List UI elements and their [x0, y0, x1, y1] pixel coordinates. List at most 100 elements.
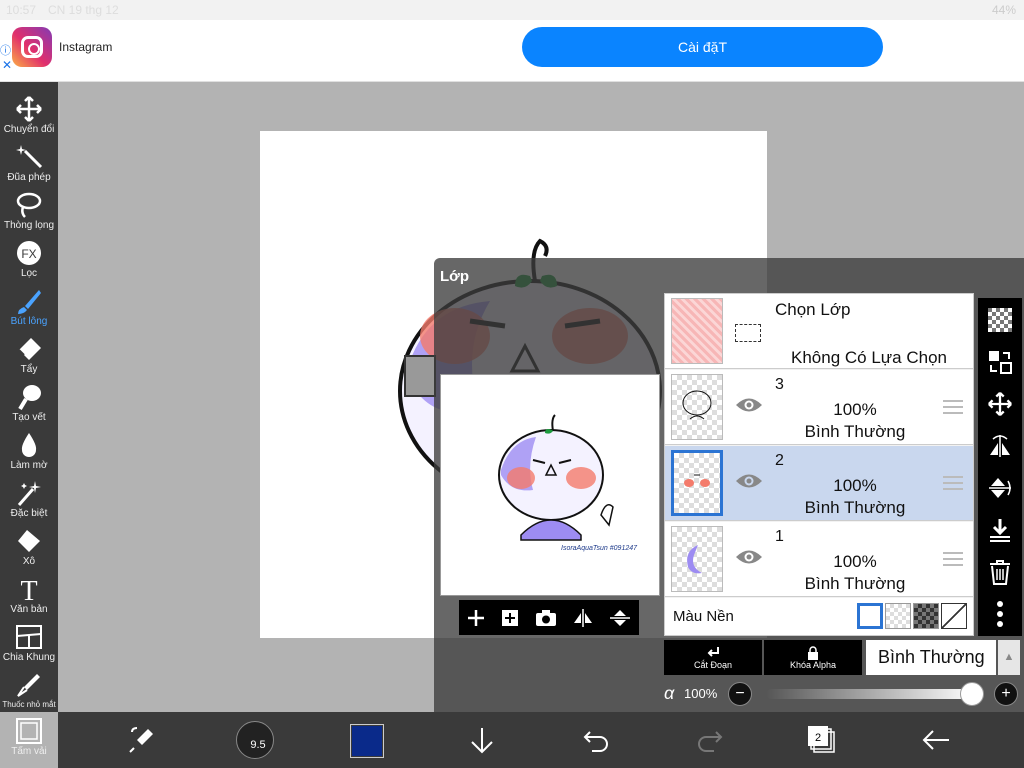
undo-icon[interactable]: [578, 722, 614, 758]
opacity-slider-knob[interactable]: [960, 682, 984, 706]
layer-thumbnail: [671, 450, 723, 516]
alpha-lock-button[interactable]: Khóa Alpha: [764, 640, 862, 675]
drag-handle-icon[interactable]: [943, 400, 963, 414]
tool-canvas[interactable]: Tấm vải: [0, 714, 58, 762]
ad-close-icon[interactable]: ✕: [2, 58, 12, 72]
opacity-slider[interactable]: [766, 689, 976, 699]
layer-list: Chọn Lớp Không Có Lựa Chọn 3 100% Bình T…: [664, 293, 974, 636]
tool-bar: Chuyển đổi Đũa phép Thòng lọng FX Lọc Bú…: [0, 82, 58, 712]
svg-text:FX: FX: [21, 247, 36, 261]
blur-icon: [21, 433, 37, 457]
opacity-plus-button[interactable]: +: [994, 682, 1018, 706]
layer-thumbnail: [671, 374, 723, 440]
swap-tool-icon[interactable]: [124, 722, 160, 758]
layer-opacity: 100%: [833, 476, 877, 495]
color-swatch-button[interactable]: [350, 724, 384, 758]
smudge-icon: [18, 385, 41, 411]
tool-label: Làm mờ: [10, 460, 48, 471]
selection-status: Không Có Lựa Chọn: [791, 348, 947, 367]
instagram-logo-icon[interactable]: [12, 27, 52, 67]
blend-mode-arrow-icon[interactable]: ▲: [998, 640, 1020, 675]
flip-layer-vertical-icon[interactable]: [984, 472, 1016, 504]
duplicate-layer-icon[interactable]: [500, 608, 520, 628]
tool-eraser[interactable]: Tẩy: [0, 332, 58, 380]
eraser-icon: [18, 338, 41, 360]
tool-label: Lọc: [20, 268, 38, 279]
layer-opacity: 100%: [833, 400, 877, 419]
bg-transparent-swatch[interactable]: [885, 603, 911, 629]
back-arrow-icon[interactable]: [918, 722, 954, 758]
checker-icon[interactable]: [984, 304, 1016, 336]
more-options-icon[interactable]: [984, 598, 1016, 630]
status-bar: 10:57 CN 19 thg 12 44%: [0, 0, 1024, 20]
tool-blur[interactable]: Làm mờ: [0, 428, 58, 476]
opacity-minus-button[interactable]: −: [728, 682, 752, 706]
redo-icon[interactable]: [692, 722, 728, 758]
clipping-arrow-icon: [707, 646, 719, 657]
clipping-label: Cắt Đoạn: [693, 659, 733, 670]
layer-name: 1: [775, 528, 784, 545]
drag-handle-icon[interactable]: [943, 476, 963, 490]
bg-white-swatch[interactable]: [857, 603, 883, 629]
down-arrow-icon[interactable]: [464, 722, 500, 758]
layer-name: 2: [775, 452, 784, 469]
flip-horizontal-icon[interactable]: [572, 608, 594, 628]
trash-icon[interactable]: [984, 556, 1016, 588]
tool-special[interactable]: Đặc biệt: [0, 476, 58, 524]
ad-info-icon[interactable]: ⓘ: [0, 42, 11, 58]
layer-panel-title: Lớp: [440, 268, 469, 285]
brush-size-button[interactable]: 9.5: [236, 721, 274, 759]
special-icon: [17, 481, 41, 506]
tool-label: Chia Khung: [2, 652, 56, 663]
tool-label: Tạo vết: [12, 412, 46, 423]
camera-icon[interactable]: [535, 609, 557, 627]
flip-vertical-icon[interactable]: [609, 608, 631, 628]
ad-app-name: Instagram: [59, 40, 113, 54]
layer-actions-bar: [978, 298, 1022, 636]
background-color-row: Màu Nền: [665, 598, 973, 635]
tool-filter[interactable]: FX Lọc: [0, 236, 58, 284]
tool-lasso[interactable]: Thòng lọng: [0, 188, 58, 236]
drag-handle-icon[interactable]: [943, 552, 963, 566]
tool-text[interactable]: T Văn bản: [0, 572, 58, 620]
tool-brush[interactable]: Bút lông: [0, 284, 58, 332]
move-layer-icon[interactable]: [984, 388, 1016, 420]
tool-label: Tấm vải: [11, 746, 47, 757]
frame-divide-icon: [16, 625, 42, 649]
layer-swap-icon[interactable]: [984, 346, 1016, 378]
preview-actions: [459, 600, 639, 635]
tool-label: Chuyển đổi: [3, 124, 55, 135]
alpha-symbol: α: [664, 683, 675, 703]
selection-layer-row[interactable]: Chọn Lớp Không Có Lựa Chọn: [665, 294, 973, 369]
blend-mode-select[interactable]: Bình Thường: [866, 640, 996, 675]
alpha-lock-label: Khóa Alpha: [789, 659, 837, 670]
layer-row-selected[interactable]: 2 100% Bình Thường: [665, 446, 973, 521]
visibility-eye-icon[interactable]: [735, 472, 763, 490]
add-layer-icon[interactable]: [467, 609, 485, 627]
tool-bucket[interactable]: Xô: [0, 524, 58, 572]
install-button[interactable]: Cài đặT: [522, 27, 883, 67]
select-layer-label: Chọn Lớp: [775, 300, 851, 319]
tool-frame-divider[interactable]: Chia Khung: [0, 620, 58, 668]
visibility-eye-icon[interactable]: [735, 548, 763, 566]
tool-smudge[interactable]: Tạo vết: [0, 380, 58, 428]
merge-down-icon[interactable]: [984, 514, 1016, 546]
layers-button[interactable]: 2: [804, 722, 840, 758]
tool-label: Đặc biệt: [10, 508, 48, 519]
tool-transform[interactable]: Chuyển đổi: [0, 92, 58, 140]
tool-magic-wand[interactable]: Đũa phép: [0, 140, 58, 188]
flip-layer-horizontal-icon[interactable]: [984, 430, 1016, 462]
clipping-button[interactable]: Cắt Đoạn: [664, 640, 762, 675]
visibility-eye-icon[interactable]: [735, 396, 763, 414]
layer-row[interactable]: 1 100% Bình Thường: [665, 522, 973, 597]
status-time: 10:57: [6, 3, 37, 17]
current-color: [352, 726, 382, 756]
tool-eyedropper[interactable]: Thuốc nhỏ mắt: [0, 668, 58, 716]
layer-row[interactable]: 3 100% Bình Thường: [665, 370, 973, 445]
text-icon: T: [20, 576, 37, 603]
tool-label: Đũa phép: [7, 172, 51, 183]
move-icon: [16, 96, 42, 122]
bg-none-swatch[interactable]: [941, 603, 967, 629]
bg-dark-swatch[interactable]: [913, 603, 939, 629]
brush-icon: [18, 290, 41, 314]
